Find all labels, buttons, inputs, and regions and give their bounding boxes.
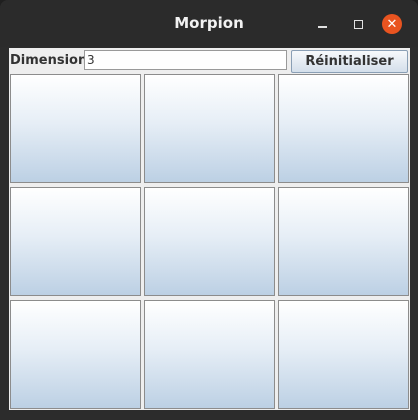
app-window: Morpion ✕ Dimension Réinitialiser bbox=[0, 0, 418, 420]
board-cell[interactable] bbox=[144, 300, 275, 409]
dimension-label: Dimension bbox=[10, 53, 88, 68]
minimize-button[interactable] bbox=[312, 14, 332, 34]
maximize-button[interactable] bbox=[348, 14, 368, 34]
game-board bbox=[10, 74, 409, 410]
close-icon: ✕ bbox=[386, 16, 398, 32]
close-button[interactable]: ✕ bbox=[382, 14, 402, 34]
board-cell[interactable] bbox=[144, 187, 275, 296]
board-cell[interactable] bbox=[10, 300, 141, 409]
dimension-input[interactable] bbox=[84, 50, 287, 70]
board-cell[interactable] bbox=[278, 74, 409, 183]
main-panel: Dimension Réinitialiser bbox=[9, 48, 410, 410]
toolbar: Dimension Réinitialiser bbox=[9, 48, 410, 73]
board-cell[interactable] bbox=[10, 74, 141, 183]
board-cell[interactable] bbox=[278, 187, 409, 296]
minimize-icon bbox=[317, 26, 327, 28]
reset-button[interactable]: Réinitialiser bbox=[291, 50, 408, 73]
board-cell[interactable] bbox=[144, 74, 275, 183]
board-cell[interactable] bbox=[278, 300, 409, 409]
maximize-icon bbox=[353, 19, 363, 29]
title-bar[interactable]: Morpion ✕ bbox=[0, 0, 418, 47]
board-cell[interactable] bbox=[10, 187, 141, 296]
